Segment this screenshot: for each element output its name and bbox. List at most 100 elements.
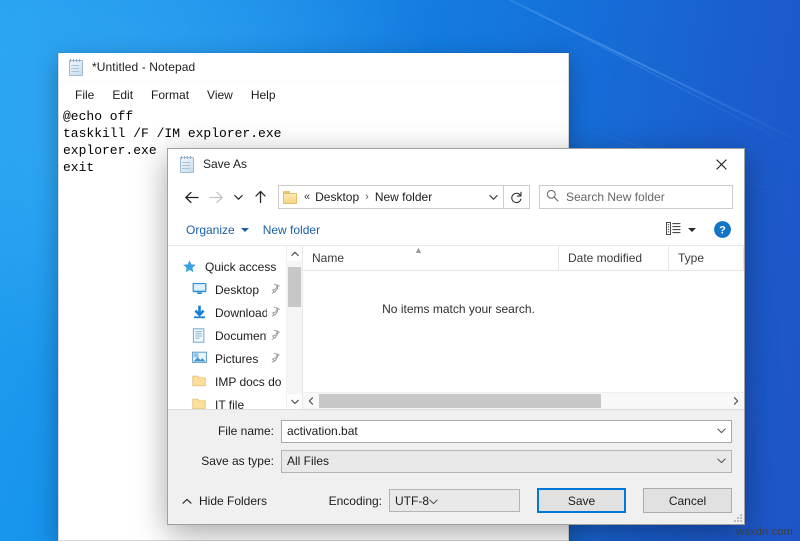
column-header-name[interactable]: Name ▲ [303, 246, 559, 270]
folder-icon [283, 191, 298, 204]
chevron-down-icon[interactable] [711, 451, 731, 472]
forward-button[interactable] [204, 184, 229, 210]
desktop-wallpaper: *Untitled - Notepad File Edit Format Vie… [0, 0, 800, 541]
search-input[interactable]: Search New folder [539, 185, 733, 209]
column-header-date-modified[interactable]: Date modified [559, 246, 669, 270]
encoding-label: Encoding: [329, 494, 382, 508]
sidebar-label: Pictures [215, 352, 267, 366]
file-name-value: activation.bat [287, 424, 711, 438]
close-icon[interactable] [699, 149, 744, 179]
save-as-type-row: Save as type: All Files [168, 448, 744, 474]
up-button[interactable] [248, 184, 273, 210]
recent-locations-button[interactable] [229, 184, 248, 210]
breadcrumb-desktop[interactable]: Desktop [312, 187, 362, 207]
chevron-up-icon [182, 494, 192, 508]
notepad-title: *Untitled - Notepad [92, 60, 195, 74]
sidebar-item-downloads[interactable]: Downloads [168, 301, 286, 324]
column-label: Date modified [568, 251, 642, 265]
pin-icon [271, 352, 282, 366]
breadcrumb-new-folder[interactable]: New folder [372, 187, 435, 207]
file-list-body[interactable]: No items match your search. [303, 271, 744, 392]
column-label: Type [678, 251, 704, 265]
column-label: Name [312, 251, 344, 265]
file-list-horizontal-scrollbar[interactable] [303, 392, 744, 409]
sidebar-label: IT file [215, 398, 282, 410]
pictures-icon [192, 351, 208, 367]
breadcrumb-separator[interactable]: › [362, 191, 372, 203]
downloads-icon [192, 305, 208, 321]
folder-icon [192, 397, 208, 410]
resize-grip[interactable] [730, 510, 742, 522]
search-placeholder: Search New folder [566, 190, 665, 204]
save-as-type-select[interactable]: All Files [281, 450, 732, 473]
column-header-type[interactable]: Type [669, 246, 744, 270]
save-form: File name: activation.bat Save as type: … [168, 410, 744, 524]
sidebar-item-it-file[interactable]: IT file [168, 393, 286, 409]
chevron-down-icon[interactable] [483, 186, 503, 208]
chevron-down-icon[interactable] [287, 394, 302, 409]
file-name-input[interactable]: activation.bat [281, 420, 732, 443]
pin-icon [271, 306, 282, 320]
encoding-value: UTF-8 [395, 494, 429, 508]
hide-folders-button[interactable]: Hide Folders [182, 494, 267, 508]
sidebar-item-imp-docs[interactable]: IMP docs dont d [168, 370, 286, 393]
file-list-header[interactable]: Name ▲ Date modified Type [303, 246, 744, 271]
refresh-icon[interactable] [504, 185, 530, 209]
notepad-titlebar[interactable]: *Untitled - Notepad [59, 53, 568, 82]
chevron-down-icon [688, 228, 696, 232]
sidebar-item-documents[interactable]: Documents [168, 324, 286, 347]
navigation-pane-list[interactable]: Quick access Desktop [168, 246, 286, 409]
scrollbar-thumb[interactable] [288, 267, 301, 307]
sidebar-label: Quick access [205, 260, 282, 274]
documents-icon [192, 328, 208, 344]
search-icon [546, 189, 559, 205]
dialog-body: Quick access Desktop [168, 246, 744, 410]
new-folder-button[interactable]: New folder [256, 219, 327, 241]
sidebar-item-desktop[interactable]: Desktop [168, 278, 286, 301]
view-layout-button[interactable] [661, 218, 701, 242]
cancel-button[interactable]: Cancel [643, 488, 732, 513]
pin-icon [271, 329, 282, 343]
breadcrumb-overflow[interactable]: « [303, 191, 312, 203]
sort-ascending-icon: ▲ [414, 246, 423, 255]
chevron-left-icon[interactable] [303, 393, 319, 409]
chevron-up-icon[interactable] [287, 246, 302, 261]
chevron-right-icon[interactable] [728, 393, 744, 409]
scrollbar-track[interactable] [319, 393, 728, 409]
sidebar-label: Desktop [215, 283, 267, 297]
chevron-down-icon [241, 228, 249, 232]
hide-folders-label: Hide Folders [199, 494, 267, 508]
save-as-type-label: Save as type: [168, 454, 281, 468]
sidebar-item-pictures[interactable]: Pictures [168, 347, 286, 370]
menu-file[interactable]: File [66, 85, 103, 105]
address-bar[interactable]: « Desktop › New folder [278, 185, 504, 209]
new-folder-label: New folder [263, 223, 320, 237]
chevron-down-icon[interactable] [429, 494, 438, 508]
save-as-type-value: All Files [287, 454, 711, 468]
organize-button[interactable]: Organize [179, 219, 256, 241]
menu-edit[interactable]: Edit [103, 85, 142, 105]
notepad-menubar[interactable]: File Edit Format View Help [59, 82, 568, 107]
help-icon[interactable]: ? [713, 220, 733, 240]
menu-format[interactable]: Format [142, 85, 198, 105]
save-button[interactable]: Save [537, 488, 626, 513]
chevron-down-icon[interactable] [711, 421, 731, 442]
scrollbar-track[interactable] [287, 261, 302, 394]
dialog-title: Save As [203, 157, 247, 171]
navigation-pane-scrollbar[interactable] [286, 246, 302, 409]
command-bar[interactable]: Organize New folder [168, 215, 744, 246]
back-button[interactable] [179, 184, 204, 210]
file-name-row: File name: activation.bat [168, 418, 744, 444]
file-name-label: File name: [168, 424, 281, 438]
save-as-dialog[interactable]: Save As « Desk [167, 148, 745, 525]
menu-view[interactable]: View [198, 85, 242, 105]
menu-help[interactable]: Help [242, 85, 285, 105]
dialog-titlebar[interactable]: Save As [168, 149, 744, 179]
encoding-select[interactable]: UTF-8 [389, 489, 520, 512]
sidebar-label: IMP docs dont d [215, 375, 282, 389]
navigation-pane[interactable]: Quick access Desktop [168, 246, 302, 409]
file-list-pane[interactable]: Name ▲ Date modified Type No items match… [302, 246, 744, 409]
scrollbar-thumb[interactable] [319, 394, 601, 408]
sidebar-item-quick-access[interactable]: Quick access [168, 255, 286, 278]
navigation-bar[interactable]: « Desktop › New folder Search New folder [168, 179, 744, 215]
